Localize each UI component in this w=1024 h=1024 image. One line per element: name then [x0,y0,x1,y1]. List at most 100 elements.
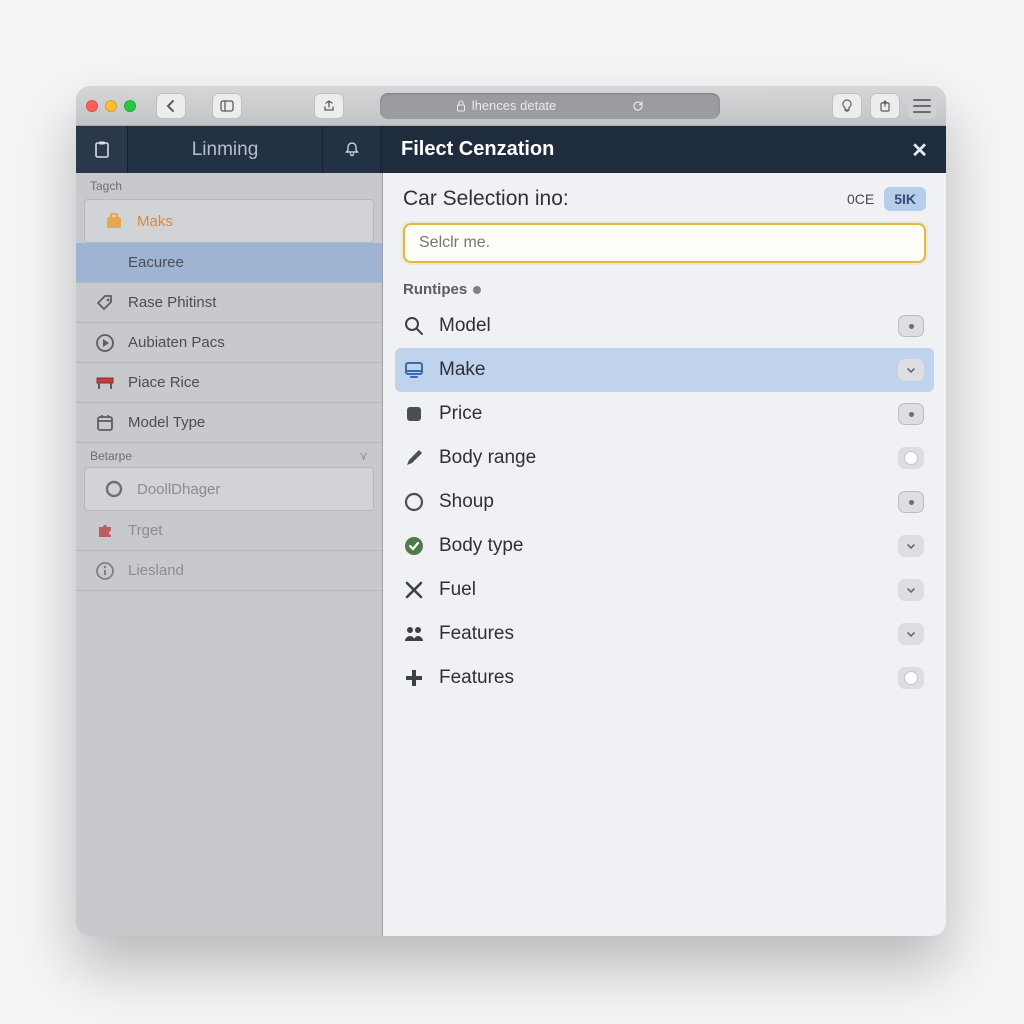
toggle-icon [898,667,924,689]
plus-icon [403,667,425,689]
sidebar-item-aubiaten-pacs[interactable]: Aubiaten Pacs [76,323,382,363]
barrier-icon [94,372,116,394]
tag-icon [94,292,116,314]
titlebar: lhences detate [76,86,946,126]
sidebar-section-1-label: Tagch [76,173,382,199]
dot-icon [898,403,924,425]
window-controls [86,100,136,112]
sidebar-item-maks[interactable]: Maks [84,199,374,243]
option-make[interactable]: Make [395,348,934,392]
lock-icon [456,100,466,112]
sidebar-item-label: Maks [137,213,173,230]
sidebar: Tagch Maks Eacuree Rase Phitinst Aubiaten P… [76,173,383,936]
sidebar-item-eacuree[interactable]: Eacuree [76,243,382,283]
chevron-down-icon [898,535,924,557]
chevron-down-icon [898,579,924,601]
panel-header: Filect Cenzation ✕ [381,126,946,173]
option-label: Body type [439,535,524,557]
tab-document-icon[interactable] [76,126,128,173]
option-label: Make [439,359,485,381]
option-model[interactable]: Model [395,304,934,348]
search-icon [403,315,425,337]
option-price[interactable]: Price [395,392,934,436]
sidebar-section-2-label: Betarpe [90,449,132,463]
option-label: Features [439,667,514,689]
sidebar-item-label: Eacuree [128,254,184,271]
refresh-icon[interactable] [632,100,644,112]
sidebar-item-label: Piace Rice [128,374,200,391]
toggle-icon [898,447,924,469]
people-icon [403,623,425,645]
back-button[interactable] [156,93,186,119]
options-heading: Runtipes [403,281,467,298]
check-icon [403,535,425,557]
url-bar[interactable]: lhences detate [380,93,720,119]
zoom-window-dot[interactable] [124,100,136,112]
option-fuel[interactable]: Fuel [395,568,934,612]
primary-action-button[interactable]: 5IK [884,187,926,211]
search-input[interactable] [403,223,926,263]
option-body-range[interactable]: Body range [395,436,934,480]
calendar-icon [94,412,116,434]
sidebar-item-label: Aubiaten Pacs [128,334,225,351]
play-icon [94,332,116,354]
sidebar-item-rase-phitinst[interactable]: Rase Phitinst [76,283,382,323]
sidebar-item-label: Rase Phitinst [128,294,216,311]
sidebar-item-doolldhager[interactable]: DoollDhager [84,467,374,511]
export-button[interactable] [870,93,900,119]
sidebar-item-liesland[interactable]: Liesland [76,551,382,591]
menu-button[interactable] [908,93,936,119]
chevron-down-icon [898,623,924,645]
tab-main[interactable]: Linming [128,126,323,173]
option-label: Shoup [439,491,494,513]
app-tab-strip: Linming Filect Cenzation ✕ [76,126,946,173]
ring-icon [103,478,125,500]
puzzle-icon [94,520,116,542]
sidebar-item-trget[interactable]: Trget [76,511,382,551]
tab-main-label: Linming [192,139,259,161]
option-label: Body range [439,447,536,469]
option-label: Model [439,315,491,337]
close-window-dot[interactable] [86,100,98,112]
option-features[interactable]: Features [395,656,934,700]
sidebar-item-label: Trget [128,522,162,539]
square-icon [403,403,425,425]
dot-icon [898,315,924,337]
cross-icon [403,579,425,601]
option-features[interactable]: Features [395,612,934,656]
share-button[interactable] [314,93,344,119]
bell-icon [343,141,361,159]
option-label: Fuel [439,579,476,601]
tab-bell[interactable] [323,126,381,173]
info-icon [94,560,116,582]
options-list: Model Make Price Body range Shoup Body type Fu… [383,304,946,700]
bag-icon [103,210,125,232]
option-label: Price [439,403,482,425]
minimize-window-dot[interactable] [105,100,117,112]
monitor-icon [403,359,425,381]
panel-header-title: Filect Cenzation [401,138,554,161]
dot-icon [898,491,924,513]
main-panel: Car Selection ino: 0CE 5IK Runtipes Mode… [383,173,946,936]
close-icon[interactable]: ✕ [911,138,928,163]
option-shoup[interactable]: Shoup [395,480,934,524]
hint-button[interactable] [832,93,862,119]
sidebar-item-label: Liesland [128,562,184,579]
status-pill: 0CE [847,191,874,207]
heading-dot-icon [473,286,481,294]
chevron-down-icon [898,359,924,381]
page-title: Car Selection ino: [403,187,569,211]
sidebar-item-label: Model Type [128,414,205,431]
sidebar-item-label: DoollDhager [137,481,220,498]
filter-icon[interactable]: ⋎ [359,449,368,463]
url-text: lhences detate [472,98,557,113]
sidebar-item-piace-rice[interactable]: Piace Rice [76,363,382,403]
sidebar-toggle-button[interactable] [212,93,242,119]
circle-icon [403,491,425,513]
sidebar-item-model-type[interactable]: Model Type [76,403,382,443]
option-label: Features [439,623,514,645]
app-window: lhences detate Linming Filect Cenzation … [76,86,946,936]
pencil-icon [403,447,425,469]
blank-icon [94,252,116,274]
option-body-type[interactable]: Body type [395,524,934,568]
